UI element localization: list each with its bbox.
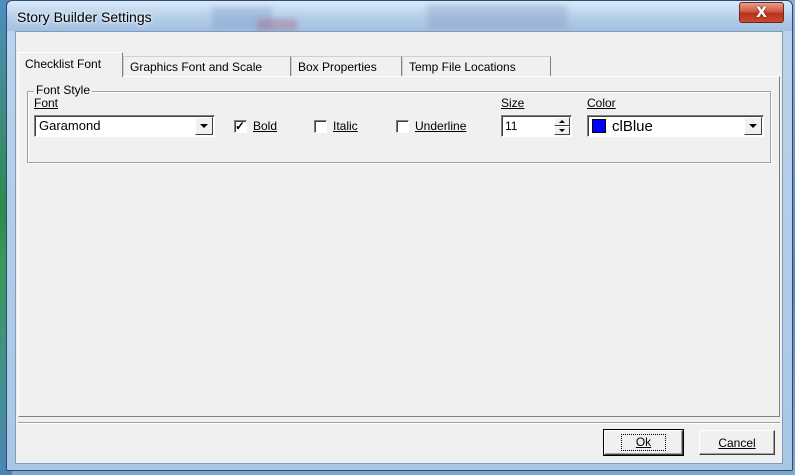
tab-panel-checklist-font: Font Style Font Garamond ✓ Bold Italic U…: [18, 76, 780, 417]
cancel-button[interactable]: Cancel: [699, 430, 775, 455]
font-style-group-label: Font Style: [34, 83, 93, 97]
tab-temp-file-locations[interactable]: Temp File Locations: [402, 56, 551, 76]
footer-divider: [18, 422, 780, 424]
cancel-label-text: Cancel: [718, 435, 756, 450]
color-select-value: clBlue: [612, 118, 653, 135]
bold-label: Bold: [253, 119, 278, 133]
font-label: Font: [34, 96, 58, 110]
chevron-down-icon: [749, 124, 757, 128]
title-bar-reflection: [257, 19, 297, 31]
font-label-text: Font: [34, 96, 59, 110]
title-bar-reflection: [427, 5, 567, 29]
size-spin-buttons: [554, 117, 570, 135]
close-icon: X: [756, 4, 767, 21]
size-spinner[interactable]: 11: [501, 115, 572, 137]
italic-checkbox-box[interactable]: [314, 119, 327, 133]
settings-dialog: Story Builder Settings X Checklist Font …: [6, 0, 793, 471]
arrow-down-icon: [559, 129, 565, 132]
color-swatch: [592, 119, 606, 133]
color-label-text: Color: [587, 96, 616, 110]
font-style-group: Font Style Font Garamond ✓ Bold Italic U…: [27, 83, 771, 163]
title-bar[interactable]: Story Builder Settings X: [7, 1, 792, 31]
dialog-client-area: Checklist Font Graphics Font and Scale B…: [15, 31, 783, 464]
close-button[interactable]: X: [739, 2, 784, 23]
cancel-label: Cancel: [718, 436, 755, 450]
color-select[interactable]: clBlue: [587, 115, 764, 137]
size-label-text: Size: [501, 96, 525, 110]
italic-checkbox[interactable]: Italic: [314, 119, 358, 133]
window-title: Story Builder Settings: [17, 9, 152, 25]
size-value: 11: [505, 119, 518, 133]
size-label: Size: [501, 96, 524, 110]
size-increment-button[interactable]: [554, 117, 570, 126]
chevron-down-icon: [200, 124, 208, 128]
italic-label: Italic: [333, 119, 358, 133]
bold-checkbox-box[interactable]: ✓: [234, 118, 247, 133]
ok-label: Ok: [620, 434, 667, 451]
size-decrement-button[interactable]: [554, 126, 570, 135]
font-select-value: Garamond: [39, 118, 101, 133]
underline-label: Underline: [415, 119, 467, 133]
arrow-up-icon: [559, 120, 565, 123]
font-select[interactable]: Garamond: [34, 115, 215, 137]
ok-label-text: Ok: [635, 435, 652, 449]
underline-checkbox-box[interactable]: [396, 119, 409, 133]
ok-button[interactable]: Ok: [603, 429, 684, 456]
tab-box-properties[interactable]: Box Properties: [291, 56, 402, 76]
color-label: Color: [587, 96, 616, 110]
check-icon: ✓: [235, 118, 246, 133]
color-dropdown-button[interactable]: [744, 117, 762, 135]
tab-checklist-font[interactable]: Checklist Font: [18, 52, 123, 77]
font-dropdown-button[interactable]: [195, 117, 213, 135]
underline-checkbox[interactable]: Underline: [396, 119, 466, 133]
tab-graphics-font-and-scale[interactable]: Graphics Font and Scale: [123, 56, 291, 76]
bold-checkbox[interactable]: ✓ Bold: [234, 119, 277, 133]
